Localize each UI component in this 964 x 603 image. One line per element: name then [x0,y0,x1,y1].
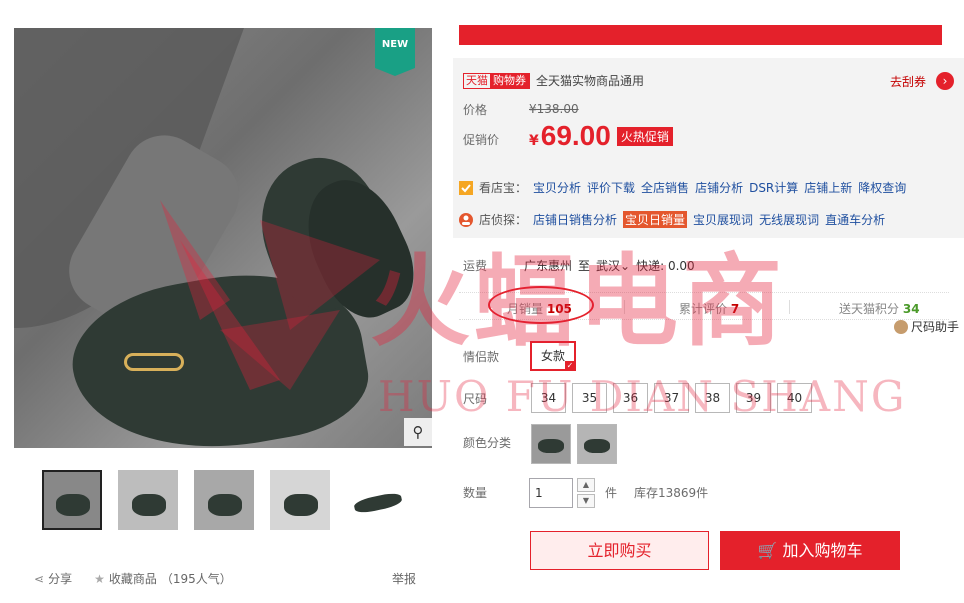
promo-box: 天猫 购物券 全天猫实物商品通用 去刮券 › 价格 ¥138.00 促销价 ¥ … [453,58,964,238]
add-to-cart-label: 加入购物车 [782,541,863,560]
highlight-circle [488,286,594,324]
tool-link-new-items[interactable]: 店铺上新 [804,179,852,196]
promo-price-value: 69.00 [540,120,611,151]
divider [789,300,790,314]
quantity-unit: 件 [605,486,618,500]
chevron-down-icon: ⌄ [620,259,631,273]
social-row: ⋖ 分享 ★ 收藏商品 （195人气） 举报 [34,570,416,587]
add-to-cart-button[interactable]: 🛒 加入购物车 [720,531,900,570]
tool-link-store-sales[interactable]: 全店销售 [641,179,689,196]
image-buckle-shape [124,353,184,371]
shipping-label: 运费 [463,259,488,273]
tool-link-store-analysis[interactable]: 店铺分析 [695,179,743,196]
style-option-female[interactable]: 女款 [530,341,576,371]
magnifier-icon[interactable]: ⚲ [404,418,432,446]
color-label: 颜色分类 [463,436,512,450]
dianzhentan-row: 店侦探： 店铺日销售分析 宝贝日销量 宝贝展现词 无线展现词 直通车分析 [459,211,885,228]
shipping-from: 广东惠州 [524,259,573,273]
quantity-decrease-button[interactable]: ▼ [577,494,595,508]
new-badge: NEW [375,28,415,76]
thumbnail[interactable] [42,470,102,530]
cart-icon: 🛒 [757,541,778,560]
size-helper-link[interactable]: 尺码助手 [894,318,959,335]
size-option-38[interactable]: 38 [695,383,730,413]
promo-price-label: 促销价 [463,133,500,147]
price-label: 价格 [463,103,488,117]
size-helper-label: 尺码助手 [911,320,960,334]
tool-link-item-daily-sales[interactable]: 宝贝日销量 [623,211,688,228]
kandianbao-icon [459,180,473,195]
hot-promo-tag: 火热促销 [616,127,673,146]
favorite-count: （195人气） [160,572,232,586]
tool-link-item-keywords[interactable]: 宝贝展现词 [693,211,753,228]
get-coupon-link[interactable]: 去刮券 › [890,72,954,90]
promo-price: ¥ 69.00 火热促销 [529,120,673,152]
size-option-40[interactable]: 40 [777,383,812,413]
dianzhentan-icon [459,212,473,227]
size-option-37[interactable]: 37 [654,383,689,413]
thumbnail[interactable] [346,470,406,530]
shipping-to-word: 至 [578,259,591,273]
ruler-icon [894,319,908,334]
original-price: ¥138.00 [529,102,579,116]
points-value: 34 [902,302,920,316]
reviews-label: 累计评价 [679,302,728,316]
favorite-button[interactable]: ★ 收藏商品 （195人气） [94,570,232,587]
color-option-swatch[interactable] [531,424,571,464]
thumbnail-strip [42,470,406,530]
thumbnail[interactable] [270,470,330,530]
style-label: 情侣款 [463,350,500,364]
share-icon: ⋖ [34,571,45,586]
shipping-destination-select[interactable]: 武汉⌄ [596,257,630,274]
color-option-swatch[interactable] [577,424,617,464]
reviews-stat[interactable]: 累计评价 7 [679,300,739,317]
size-option-39[interactable]: 39 [736,383,771,413]
dianzhentan-label: 店侦探： [479,213,528,227]
share-label: 分享 [48,572,73,586]
size-option-36[interactable]: 36 [613,383,648,413]
tmall-coupon-tag: 天猫 购物券 [463,72,530,89]
favorite-label: 收藏商品 [108,572,157,586]
shipping-destination: 武汉 [596,259,621,273]
share-button[interactable]: ⋖ 分享 [34,570,72,587]
coupon-text: 全天猫实物商品通用 [536,74,645,88]
star-icon: ★ [94,571,105,586]
arrow-right-icon: › [936,72,954,90]
kandianbao-label: 看店宝： [479,181,528,195]
reviews-value: 7 [730,302,740,316]
size-label: 尺码 [463,392,488,406]
get-coupon-label: 去刮券 [889,74,926,89]
size-option-34[interactable]: 34 [531,383,566,413]
kandianbao-row: 看店宝： 宝贝分析 评价下载 全店销售 店铺分析 DSR计算 店铺上新 降权查询 [459,179,906,196]
divider [624,300,625,314]
tool-link-mobile-keywords[interactable]: 无线展现词 [759,211,819,228]
buy-now-button[interactable]: 立即购买 [530,531,709,570]
size-option-35[interactable]: 35 [572,383,607,413]
thumbnail[interactable] [118,470,178,530]
points-stat: 送天猫积分 34 [839,300,920,317]
tool-link-item-analysis[interactable]: 宝贝分析 [533,179,581,196]
tag-tmall: 天猫 [466,73,488,87]
tag-coupon: 购物券 [490,73,529,88]
currency-symbol: ¥ [529,133,539,149]
main-product-image[interactable] [14,28,432,448]
stock-count: 库存13869件 [634,486,709,500]
quantity-input[interactable]: 1 [529,478,573,508]
shipping-fee: 快递: 0.00 [636,259,695,273]
points-label: 送天猫积分 [839,302,900,316]
quantity-label: 数量 [463,486,488,500]
tool-link-ztc-analysis[interactable]: 直通车分析 [825,211,885,228]
coupon-row: 天猫 购物券 全天猫实物商品通用 [463,72,644,89]
tool-link-demotion-query[interactable]: 降权查询 [858,179,906,196]
report-link[interactable]: 举报 [392,570,416,587]
tool-link-review-download[interactable]: 评价下载 [587,179,635,196]
product-title-bar [459,25,942,45]
tool-link-dsr-calc[interactable]: DSR计算 [749,179,798,196]
shipping-info: 广东惠州 至 武汉⌄ 快递: 0.00 [524,257,695,274]
thumbnail[interactable] [194,470,254,530]
quantity-increase-button[interactable]: ▲ [577,478,595,492]
tool-link-store-daily-sales[interactable]: 店铺日销售分析 [533,211,617,228]
